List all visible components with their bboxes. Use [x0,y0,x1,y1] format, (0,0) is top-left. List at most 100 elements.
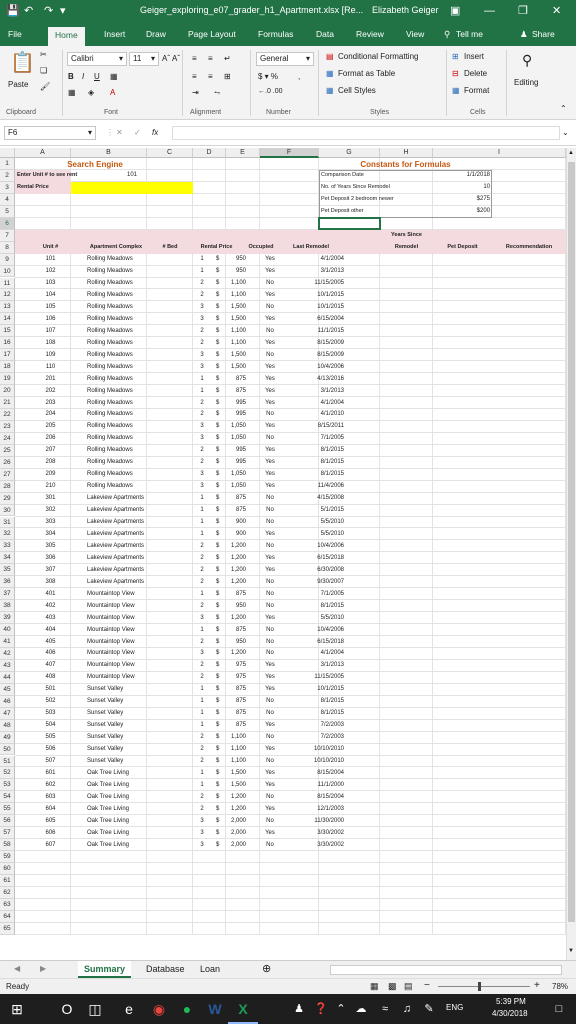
conditional-formatting-button[interactable]: Conditional Formatting [338,52,418,61]
row-header[interactable]: 38 [0,600,15,613]
column-header-c[interactable]: C [147,148,193,158]
shrink-font-icon[interactable]: Aˇ [172,54,180,63]
row-header[interactable]: 25 [0,444,15,457]
sheet-tab-summary[interactable]: Summary [78,961,132,978]
fill-color-icon[interactable]: ◈ [88,88,94,97]
word-icon[interactable]: W [200,994,230,1024]
task-view-icon[interactable]: ◫ [80,994,110,1024]
spotify-icon[interactable]: ● [172,994,202,1024]
select-all-corner[interactable] [0,148,15,158]
row-header[interactable]: 10 [0,265,15,278]
cell-styles-button[interactable]: Cell Styles [338,86,376,95]
row-header[interactable]: 11 [0,277,15,290]
border-icon[interactable]: ▦ [110,72,118,81]
scroll-thumb[interactable] [568,162,575,922]
indent-icon[interactable]: ⇥ [192,88,199,97]
row-header[interactable]: 28 [0,480,15,493]
selected-cell-f6[interactable] [318,216,381,230]
row-header[interactable]: 54 [0,791,15,804]
page-break-view-icon[interactable]: ▤ [404,981,413,992]
undo-icon[interactable]: ↶ [24,4,33,18]
collapse-ribbon-icon[interactable]: ⌃ [560,104,567,113]
customize-qat-icon[interactable]: ▾ [60,4,66,18]
tab-page-layout[interactable]: Page Layout [188,29,236,39]
row-header[interactable]: 58 [0,839,15,852]
cancel-icon[interactable]: ✕ [116,128,123,137]
row-header[interactable]: 7 [0,229,15,242]
row-header[interactable]: 13 [0,301,15,314]
row-header[interactable]: 19 [0,373,15,386]
row-header[interactable]: 5 [0,205,15,218]
row-header[interactable]: 44 [0,671,15,684]
wrap-text-icon[interactable]: ↵ [224,54,231,63]
tell-me[interactable]: Tell me [456,29,483,39]
row-header[interactable]: 65 [0,922,15,935]
italic-button[interactable]: I [82,72,84,81]
row-header[interactable]: 42 [0,647,15,660]
tab-data[interactable]: Data [316,29,334,39]
zoom-level[interactable]: 78% [552,982,568,991]
vertical-scrollbar[interactable]: ▲ ▼ [566,148,576,960]
row-header[interactable]: 20 [0,385,15,397]
comma-icon[interactable]: , [298,72,300,81]
save-icon[interactable]: 💾 [6,4,20,18]
ribbon-display-icon[interactable]: ▣ [450,4,460,18]
row-header[interactable]: 63 [0,898,15,911]
row-header[interactable]: 59 [0,851,15,864]
next-sheet-icon[interactable]: ▶ [40,964,46,973]
prev-sheet-icon[interactable]: ◀ [14,964,20,973]
clock-date[interactable]: 4/30/2018 [492,1009,528,1018]
row-header[interactable]: 27 [0,468,15,481]
row-header[interactable]: 4 [0,193,15,206]
row-header[interactable]: 17 [0,349,15,362]
row-header[interactable]: 34 [0,552,15,565]
font-color-icon[interactable]: A [110,88,115,97]
row-header[interactable]: 48 [0,719,15,732]
scroll-down-icon[interactable]: ▼ [568,948,574,954]
row-header[interactable]: 31 [0,516,15,529]
editing-button[interactable]: Editing [514,78,538,87]
row-header[interactable]: 2 [0,169,15,182]
expand-formula-icon[interactable]: ⌄ [562,128,569,137]
row-header[interactable]: 12 [0,289,15,302]
normal-view-icon[interactable]: ▦ [370,981,379,992]
copy-icon[interactable]: ❏ [40,66,47,75]
tab-insert[interactable]: Insert [104,29,125,39]
row-header[interactable]: 26 [0,456,15,469]
clock-time[interactable]: 5:39 PM [496,997,526,1006]
row-header[interactable]: 52 [0,767,15,780]
row-header[interactable]: 47 [0,707,15,720]
row-header[interactable]: 30 [0,504,15,517]
notifications-icon[interactable]: □ [544,994,574,1024]
row-header[interactable]: 62 [0,886,15,899]
redo-icon[interactable]: ↷ [44,4,53,18]
row-header[interactable]: 35 [0,564,15,577]
tab-draw[interactable]: Draw [146,29,166,39]
name-box[interactable]: F6 ▾ [4,126,96,140]
underline-button[interactable]: U [94,72,100,81]
zoom-slider-thumb[interactable] [478,982,481,991]
row-header[interactable]: 32 [0,528,15,541]
currency-icon[interactable]: $ ▾ % [258,72,278,81]
row-header[interactable]: 24 [0,432,15,445]
align-left-icon[interactable]: ≡ [192,72,197,81]
font-size-box[interactable]: 11 ▾ [129,52,159,66]
column-header-d[interactable]: D [193,148,226,158]
borders-icon[interactable]: ▦ [68,88,76,97]
page-layout-view-icon[interactable]: ▩ [388,981,397,992]
format-painter-icon[interactable]: 🖌 [40,82,50,91]
column-header-i[interactable]: I [433,148,566,158]
search-icon[interactable]: ⚲ [522,52,532,69]
merge-icon[interactable]: ⊞ [224,72,231,81]
edge-icon[interactable]: e [114,994,144,1024]
search-taskbar-icon[interactable]: O [52,994,82,1024]
formula-input[interactable] [172,126,560,140]
minimize-icon[interactable]: — [484,4,495,18]
row-header[interactable]: 56 [0,815,15,828]
row-header[interactable]: 29 [0,492,15,505]
column-header-b[interactable]: B [71,148,147,158]
delete-button[interactable]: Delete [464,69,487,78]
row-header[interactable]: 3 [0,181,15,194]
share-button[interactable]: Share [532,29,555,39]
column-header-h[interactable]: H [380,148,433,158]
